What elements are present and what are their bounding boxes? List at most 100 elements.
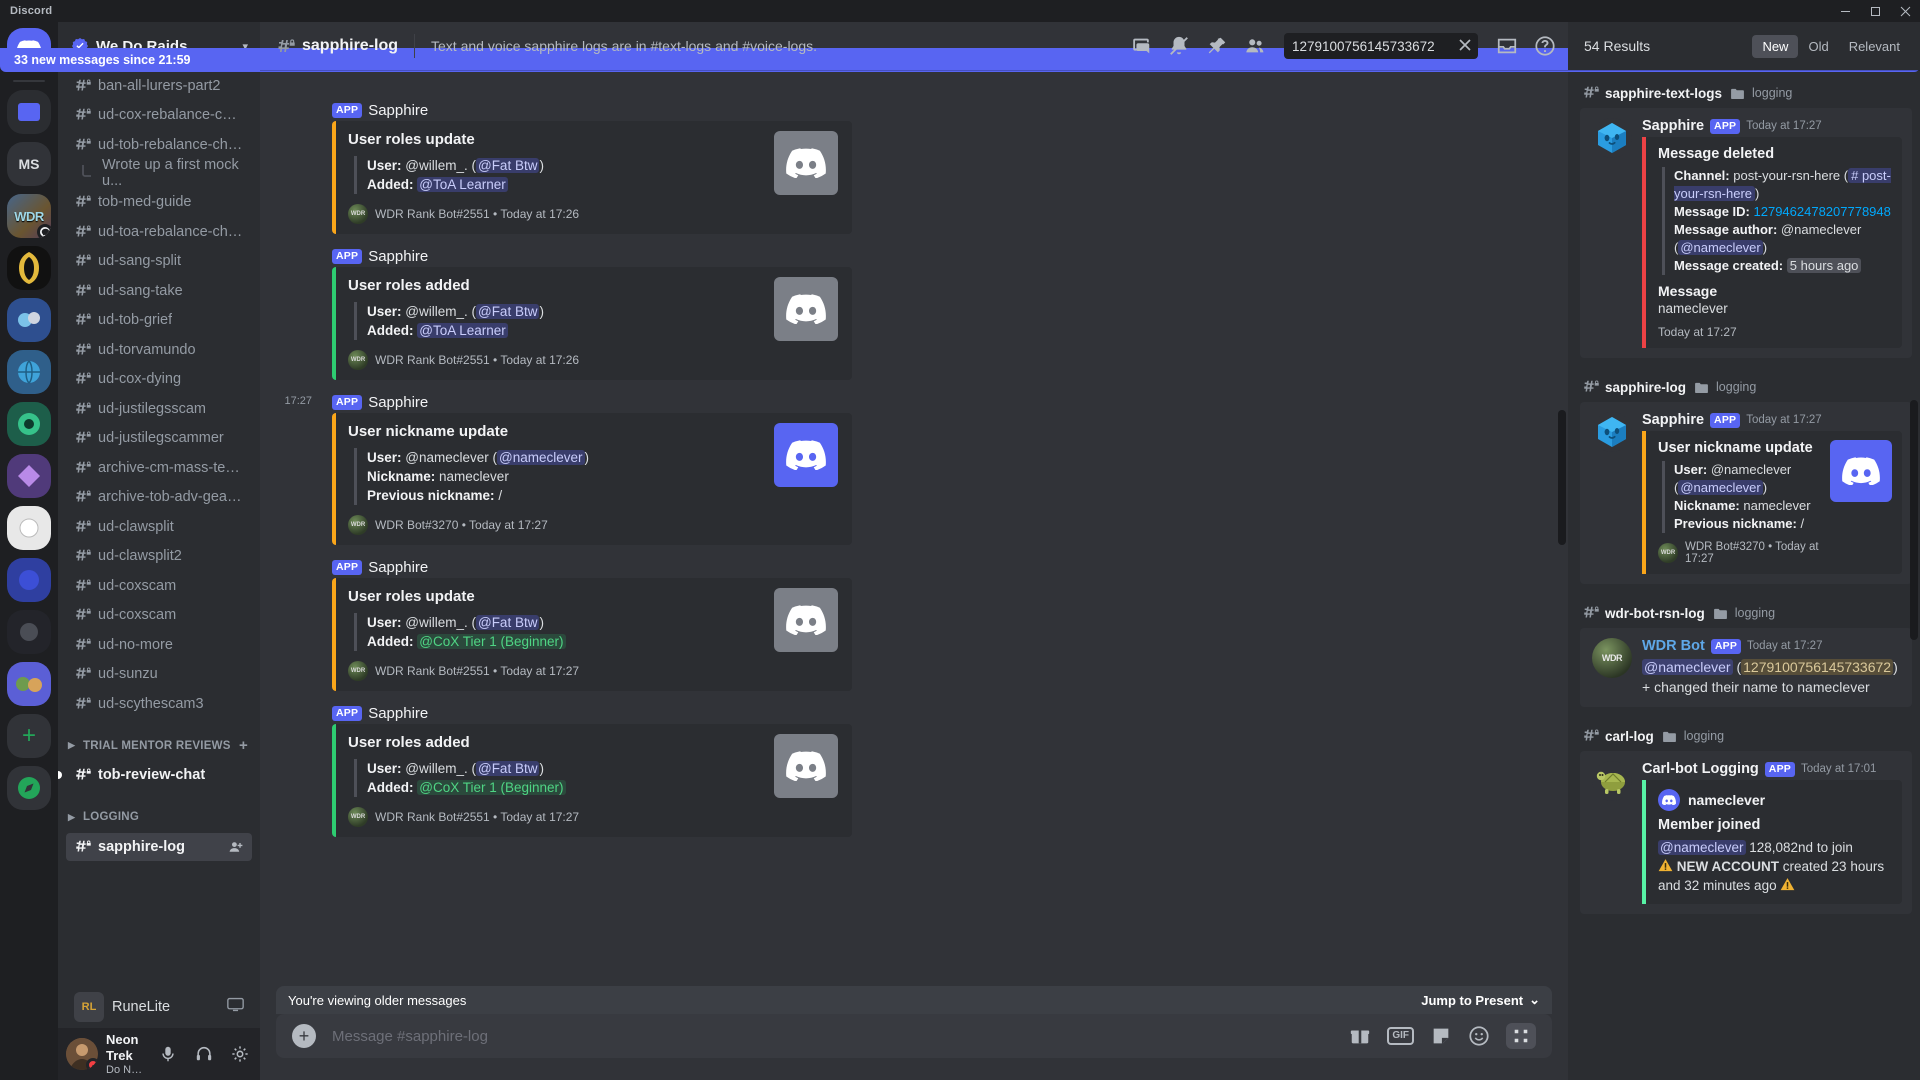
server-purple[interactable]	[7, 454, 51, 498]
server-blue-1[interactable]	[7, 298, 51, 342]
user-mention[interactable]: @nameclever	[1678, 480, 1763, 495]
message-author[interactable]: Sapphire	[368, 705, 428, 722]
sidebar-channel-tob-med-guide[interactable]: tob-med-guide	[66, 188, 252, 216]
server-knight[interactable]	[7, 246, 51, 290]
user-mention[interactable]: @nameclever	[1678, 240, 1763, 255]
message[interactable]: APP Sapphire User roles added User: @wil…	[260, 703, 1568, 839]
sidebar-channel-ud-toa-rebalance-chang...[interactable]: ud-toa-rebalance-chang...	[66, 218, 252, 246]
server-ms[interactable]: MS	[7, 142, 51, 186]
create-invite-icon[interactable]	[228, 839, 244, 855]
sidebar-channel-ud-coxscam[interactable]: ud-coxscam	[66, 572, 252, 600]
embed-thumbnail[interactable]	[774, 423, 838, 487]
embed-thumbnail[interactable]	[774, 277, 838, 341]
embed-thumbnail[interactable]	[774, 131, 838, 195]
sidebar-channel-tob-review-chat[interactable]: tob-review-chat	[58, 761, 252, 789]
result-author-name[interactable]: WDR Bot	[1642, 638, 1705, 654]
server-white[interactable]	[7, 506, 51, 550]
category-logging[interactable]: ▶ LOGGING	[66, 803, 252, 831]
add-channel-icon[interactable]: +	[239, 737, 252, 754]
result-author-name[interactable]: Sapphire	[1642, 118, 1704, 134]
thread-item[interactable]: Wrote up a first mock u...	[66, 157, 252, 189]
message-author[interactable]: Sapphire	[368, 248, 428, 265]
embed-thumbnail[interactable]	[774, 734, 838, 798]
server-globe[interactable]	[7, 350, 51, 394]
sidebar-channel-ud-cox-rebalance-chang...[interactable]: ud-cox-rebalance-chang...	[66, 101, 252, 129]
inbox-icon[interactable]	[1492, 31, 1522, 61]
sidebar-channel-ud-sunzu[interactable]: ud-sunzu	[66, 660, 252, 688]
server-folder[interactable]	[7, 90, 51, 134]
sidebar-channel-ud-sang-take[interactable]: ud-sang-take	[66, 277, 252, 305]
results-scrollbar[interactable]	[1910, 400, 1918, 640]
server-blue-2[interactable]	[7, 558, 51, 602]
sidebar-channel-ud-tob-rebalance-chang...[interactable]: ud-tob-rebalance-chang...	[66, 131, 252, 159]
jump-to-present-bar[interactable]: You're viewing older messages Jump to Pr…	[276, 986, 1552, 1014]
close-button[interactable]	[1890, 0, 1920, 22]
sidebar-channel-sapphire-log[interactable]: sapphire-log	[66, 832, 252, 861]
sort-tab-relevant[interactable]: Relevant	[1839, 35, 1910, 58]
help-icon[interactable]	[1530, 31, 1560, 61]
result-card[interactable]: Sapphire APP Today at 17:27 User nicknam…	[1580, 402, 1912, 584]
add-server-button[interactable]: +	[7, 714, 51, 758]
mic-icon[interactable]	[154, 1040, 182, 1068]
result-author-name[interactable]: Carl-bot Logging	[1642, 761, 1759, 777]
author-avatar[interactable]	[1592, 118, 1632, 158]
user-info[interactable]: Neon Trek Do Not Distu...	[106, 1032, 146, 1075]
message-author[interactable]: Sapphire	[368, 559, 428, 576]
upload-file-button[interactable]: +	[292, 1024, 316, 1048]
message-id-link[interactable]: 1279462478207778948	[1754, 204, 1891, 219]
message-author[interactable]: Sapphire	[368, 102, 428, 119]
threads-icon[interactable]	[1126, 31, 1156, 61]
category-trial-mentor-reviews[interactable]: ▶ TRIAL MENTOR REVIEWS +	[66, 732, 252, 760]
minimize-button[interactable]	[1830, 0, 1860, 22]
author-avatar[interactable]: WDR	[1592, 638, 1632, 678]
sidebar-channel-ud-coxscam[interactable]: ud-coxscam	[66, 601, 252, 629]
gift-icon[interactable]	[1349, 1025, 1371, 1047]
message[interactable]: APP Sapphire User roles added User: @wil…	[260, 246, 1568, 382]
channel-list[interactable]: ban-all-lurers-part2 ud-cox-rebalance-ch…	[58, 70, 260, 986]
sidebar-channel-ud-tob-grief[interactable]: ud-tob-grief	[66, 306, 252, 334]
sidebar-channel-ud-no-more[interactable]: ud-no-more	[66, 631, 252, 659]
message[interactable]: APP Sapphire User roles update User: @wi…	[260, 100, 1568, 236]
sidebar-channel-ud-justilegscammer[interactable]: ud-justilegscammer	[66, 424, 252, 452]
sidebar-channel-ud-clawsplit2[interactable]: ud-clawsplit2	[66, 542, 252, 570]
result-card[interactable]: WDR WDR Bot APP Today at 17:27 @nameclev…	[1580, 628, 1912, 707]
apps-icon[interactable]	[1506, 1023, 1536, 1049]
message-author[interactable]: Sapphire	[368, 394, 428, 411]
screen-share-icon[interactable]	[227, 996, 244, 1018]
author-avatar[interactable]	[1592, 761, 1632, 801]
gif-icon[interactable]: GIF	[1387, 1027, 1414, 1045]
sidebar-channel-ban-all-lurers-part2[interactable]: ban-all-lurers-part2	[66, 72, 252, 100]
sort-tab-old[interactable]: Old	[1798, 35, 1838, 58]
server-green[interactable]	[7, 402, 51, 446]
sidebar-channel-ud-justilegsscam[interactable]: ud-justilegsscam	[66, 395, 252, 423]
message-scrollbar[interactable]	[1558, 410, 1566, 545]
sidebar-channel-ud-cox-dying[interactable]: ud-cox-dying	[66, 365, 252, 393]
message[interactable]: 17:27 APP Sapphire User nickname update …	[260, 392, 1568, 547]
message-composer[interactable]: + Message #sapphire-log GIF	[276, 1014, 1552, 1058]
maximize-button[interactable]	[1860, 0, 1890, 22]
author-avatar[interactable]	[1592, 412, 1632, 452]
sidebar-channel-ud-torvamundo[interactable]: ud-torvamundo	[66, 336, 252, 364]
user-mention[interactable]: @nameclever	[1658, 840, 1746, 855]
pin-icon[interactable]	[1202, 31, 1232, 61]
server-dark[interactable]	[7, 610, 51, 654]
user-mention[interactable]: @nameclever	[1642, 659, 1733, 675]
sidebar-channel-ud-scythescam3[interactable]: ud-scythescam3	[66, 690, 252, 718]
gear-icon[interactable]	[226, 1040, 254, 1068]
emoji-icon[interactable]	[1468, 1025, 1490, 1047]
message[interactable]: APP Sapphire User roles update User: @wi…	[260, 557, 1568, 693]
server-food[interactable]	[7, 662, 51, 706]
result-channel-header[interactable]: sapphire-log logging	[1580, 364, 1912, 402]
activity-runelite[interactable]: RL RuneLite	[66, 986, 252, 1028]
sidebar-channel-ud-sang-split[interactable]: ud-sang-split	[66, 247, 252, 275]
result-channel-header[interactable]: carl-log logging	[1580, 713, 1912, 751]
message-list[interactable]: APP Sapphire User roles update User: @wi…	[260, 70, 1568, 986]
result-card[interactable]: Carl-bot Logging APP Today at 17:01 name…	[1580, 751, 1912, 914]
result-card[interactable]: Sapphire APP Today at 17:27 Message dele…	[1580, 108, 1912, 358]
sort-tab-new[interactable]: New	[1752, 34, 1799, 58]
search-input[interactable]	[1292, 38, 1454, 54]
sidebar-channel-archive-cm-mass-text-g...[interactable]: archive-cm-mass-text-g...	[66, 454, 252, 482]
headset-icon[interactable]	[190, 1040, 218, 1068]
result-author-name[interactable]: Sapphire	[1642, 412, 1704, 428]
clear-search-icon[interactable]	[1458, 38, 1472, 54]
